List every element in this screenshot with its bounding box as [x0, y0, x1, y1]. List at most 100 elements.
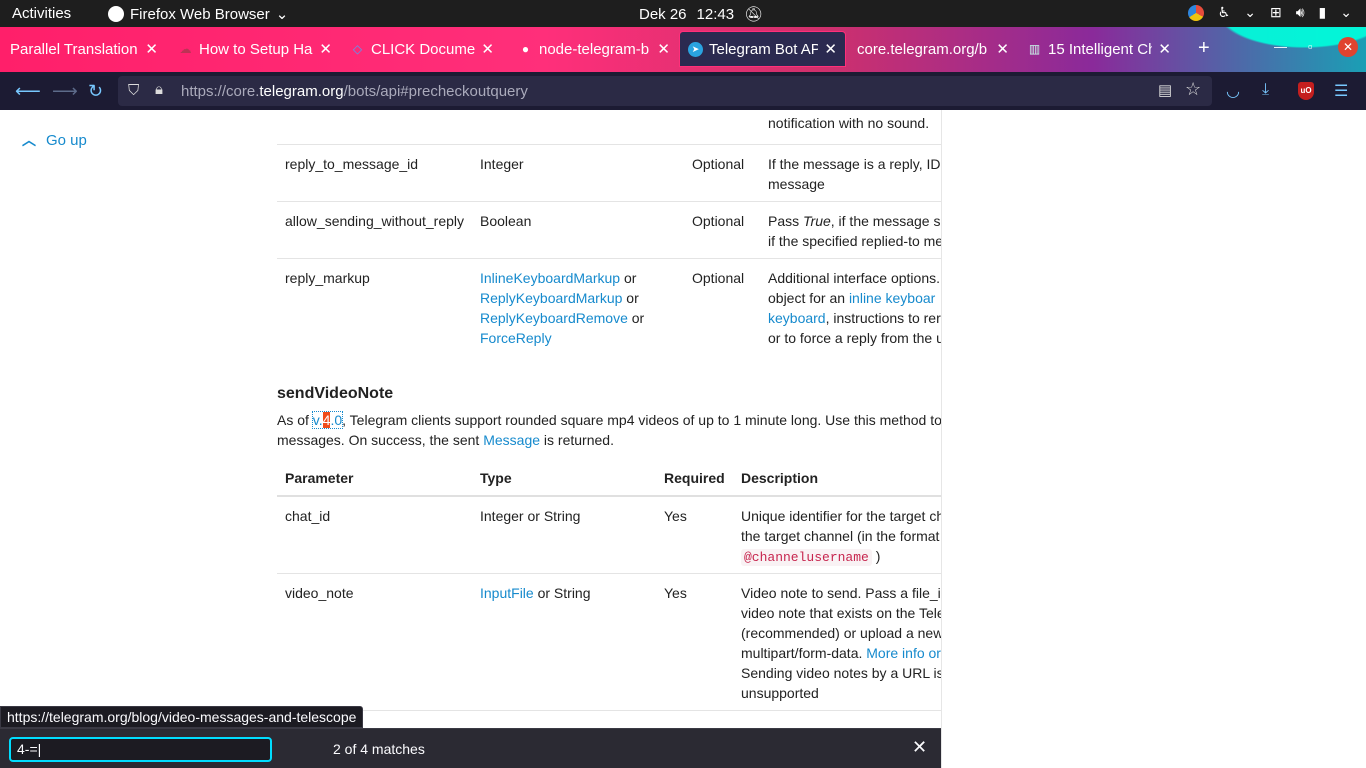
table-row: reply_markup InlineKeyboardMarkup or Rep…: [277, 259, 941, 356]
bookmark-star-icon[interactable]: ☆: [1185, 79, 1201, 100]
tab-label: Telegram Bot AP: [709, 40, 819, 58]
custom-keyboard-link[interactable]: keyboard: [768, 310, 826, 326]
telegram-icon: ➤: [688, 41, 703, 57]
link-status-tooltip: https://telegram.org/blog/video-messages…: [0, 706, 364, 728]
parameter-cell: reply_markup: [285, 270, 370, 286]
description-text: As of: [277, 412, 313, 428]
message-link[interactable]: Message: [483, 432, 540, 448]
tab-node-telegram[interactable]: ● node-telegram-b ✕: [510, 31, 678, 67]
close-tab-icon[interactable]: ✕: [319, 40, 332, 58]
lock-icon[interactable]: 🔒︎: [155, 81, 163, 98]
url-domain: telegram.org: [259, 83, 344, 100]
tab-intelligent-chatbots[interactable]: ▥ 15 Intelligent Ch ✕: [1019, 31, 1179, 67]
close-tab-icon[interactable]: ✕: [481, 40, 494, 58]
description-text: is returned.: [540, 432, 614, 448]
close-tab-icon[interactable]: ✕: [657, 40, 670, 58]
firefox-icon: [108, 6, 124, 22]
close-window-button[interactable]: ✕: [1338, 37, 1358, 57]
description-text: , instructions to rer: [825, 310, 941, 326]
chevron-down-icon: ⌄: [1244, 4, 1256, 20]
new-tab-button[interactable]: +: [1198, 37, 1210, 60]
tab-label: 15 Intelligent Ch: [1048, 40, 1153, 58]
url-path: /bots/api#precheckoutquery: [343, 83, 528, 100]
force-reply-link[interactable]: ForceReply: [480, 330, 552, 346]
download-icon[interactable]: ⤓: [1262, 81, 1269, 99]
inline-keyboard-link[interactable]: inline keyboar: [849, 290, 935, 306]
time: 12:43: [696, 5, 735, 23]
tab-parallel-translation[interactable]: Parallel Translation ✕: [2, 31, 166, 67]
description-text: multipart/form-data.: [741, 645, 867, 661]
bell-off-icon: 🔕︎: [744, 6, 764, 23]
volume-icon[interactable]: 🔊︎: [1296, 4, 1305, 21]
or-text: or: [623, 270, 637, 286]
url-bar[interactable]: ⛉ 🔒︎ https://core.telegram.org/bots/api#…: [118, 76, 1212, 106]
type-cell: InputFile or String: [480, 583, 591, 603]
column-header: Required: [664, 470, 725, 486]
app-menu[interactable]: Firefox Web Browser ⌄: [108, 5, 288, 23]
close-tab-icon[interactable]: ✕: [1158, 40, 1171, 58]
description-text: object for an: [768, 290, 849, 306]
required-cell: Yes: [664, 508, 687, 524]
accessibility-icon[interactable]: ♿︎: [1218, 4, 1231, 21]
inline-keyboard-markup-link[interactable]: InlineKeyboardMarkup: [480, 270, 620, 286]
clock[interactable]: Dek 26 12:43 🔕︎: [639, 5, 764, 24]
battery-icon[interactable]: ▮: [1319, 4, 1327, 21]
shield-icon[interactable]: ⛉: [128, 82, 139, 99]
close-icon[interactable]: ✕: [912, 737, 927, 758]
tab-click-document[interactable]: ◇ CLICK Document ✕: [342, 31, 502, 67]
description-text: , if the message s: [830, 213, 941, 229]
theme-decoration: [1160, 27, 1366, 72]
maximize-icon[interactable]: ▫: [1308, 39, 1313, 54]
table-header-row: Parameter Type Required Description: [277, 458, 941, 497]
close-tab-icon[interactable]: ✕: [824, 40, 837, 58]
tab-label: node-telegram-b: [539, 40, 650, 58]
tab-how-to-setup[interactable]: ☁ How to Setup Ha ✕: [170, 31, 340, 67]
description-line: Video note to send. Pass a file_i: [741, 585, 941, 601]
description-line: Additional interface options.: [768, 270, 940, 286]
reader-view-icon[interactable]: ▤: [1158, 81, 1172, 99]
more-info-link[interactable]: More info or: [866, 645, 941, 661]
go-up-link[interactable]: ︿ Go up: [22, 130, 87, 150]
tab-label: Parallel Translation: [10, 40, 138, 58]
version-link[interactable]: v.4.0: [311, 411, 344, 429]
menu-icon[interactable]: ☰: [1334, 81, 1348, 101]
reply-keyboard-remove-link[interactable]: ReplyKeyboardRemove: [480, 310, 628, 326]
description-line: video note that exists on the Tele: [741, 605, 941, 621]
text-cursor: |: [37, 741, 42, 757]
pocket-icon[interactable]: ◡: [1226, 81, 1240, 101]
tab-label: CLICK Document: [371, 40, 476, 58]
version-text: v.: [312, 412, 323, 428]
description-line: the target channel (in the format: [741, 528, 940, 544]
ublock-origin-icon[interactable]: uO: [1298, 82, 1314, 100]
find-bar: 4-=| 2 of 4 matches ✕: [0, 728, 941, 768]
description-line: if the specified replied-to me: [768, 233, 941, 249]
tab-core-telegram[interactable]: core.telegram.org/b ✕: [849, 31, 1017, 67]
type-cell: Integer or String: [480, 508, 581, 524]
reply-keyboard-markup-link[interactable]: ReplyKeyboardMarkup: [480, 290, 622, 306]
close-tab-icon[interactable]: ✕: [145, 40, 158, 58]
reload-icon[interactable]: ↻: [88, 81, 103, 102]
close-tab-icon[interactable]: ✕: [996, 40, 1009, 58]
forward-arrow-icon[interactable]: ⟶: [52, 81, 78, 102]
activities-button[interactable]: Activities: [12, 5, 71, 22]
description-text: Pass: [768, 213, 804, 229]
network-icon[interactable]: ⊞: [1270, 4, 1282, 21]
column-header: Parameter: [285, 470, 354, 486]
tab-telegram-bot-api[interactable]: ➤ Telegram Bot AP ✕: [679, 31, 846, 67]
system-tray[interactable]: ♿︎ ⌄ ⊞ 🔊︎ ▮ ⌄: [1187, 4, 1352, 21]
chrome-icon[interactable]: [1187, 4, 1204, 21]
chevron-up-icon: ︿: [22, 132, 36, 148]
parameter-cell: allow_sending_without_reply: [285, 213, 465, 229]
or-text: or: [626, 290, 639, 306]
description-line: (recommended) or upload a new: [741, 625, 941, 641]
description-cell: notification with no sound.: [768, 115, 930, 131]
back-arrow-icon[interactable]: ⟵: [15, 81, 41, 102]
tab-label: core.telegram.org/b: [857, 40, 988, 58]
url-text[interactable]: https://core.telegram.org/bots/api#prech…: [181, 83, 528, 100]
url-prefix: https://core.: [181, 83, 260, 100]
find-input[interactable]: 4-=|: [9, 737, 272, 762]
minimize-icon[interactable]: —: [1274, 39, 1287, 54]
input-file-link[interactable]: InputFile: [480, 585, 534, 601]
description-cell: Additional interface options. object for…: [768, 268, 941, 348]
chevron-down-icon: ⌄: [275, 6, 289, 23]
